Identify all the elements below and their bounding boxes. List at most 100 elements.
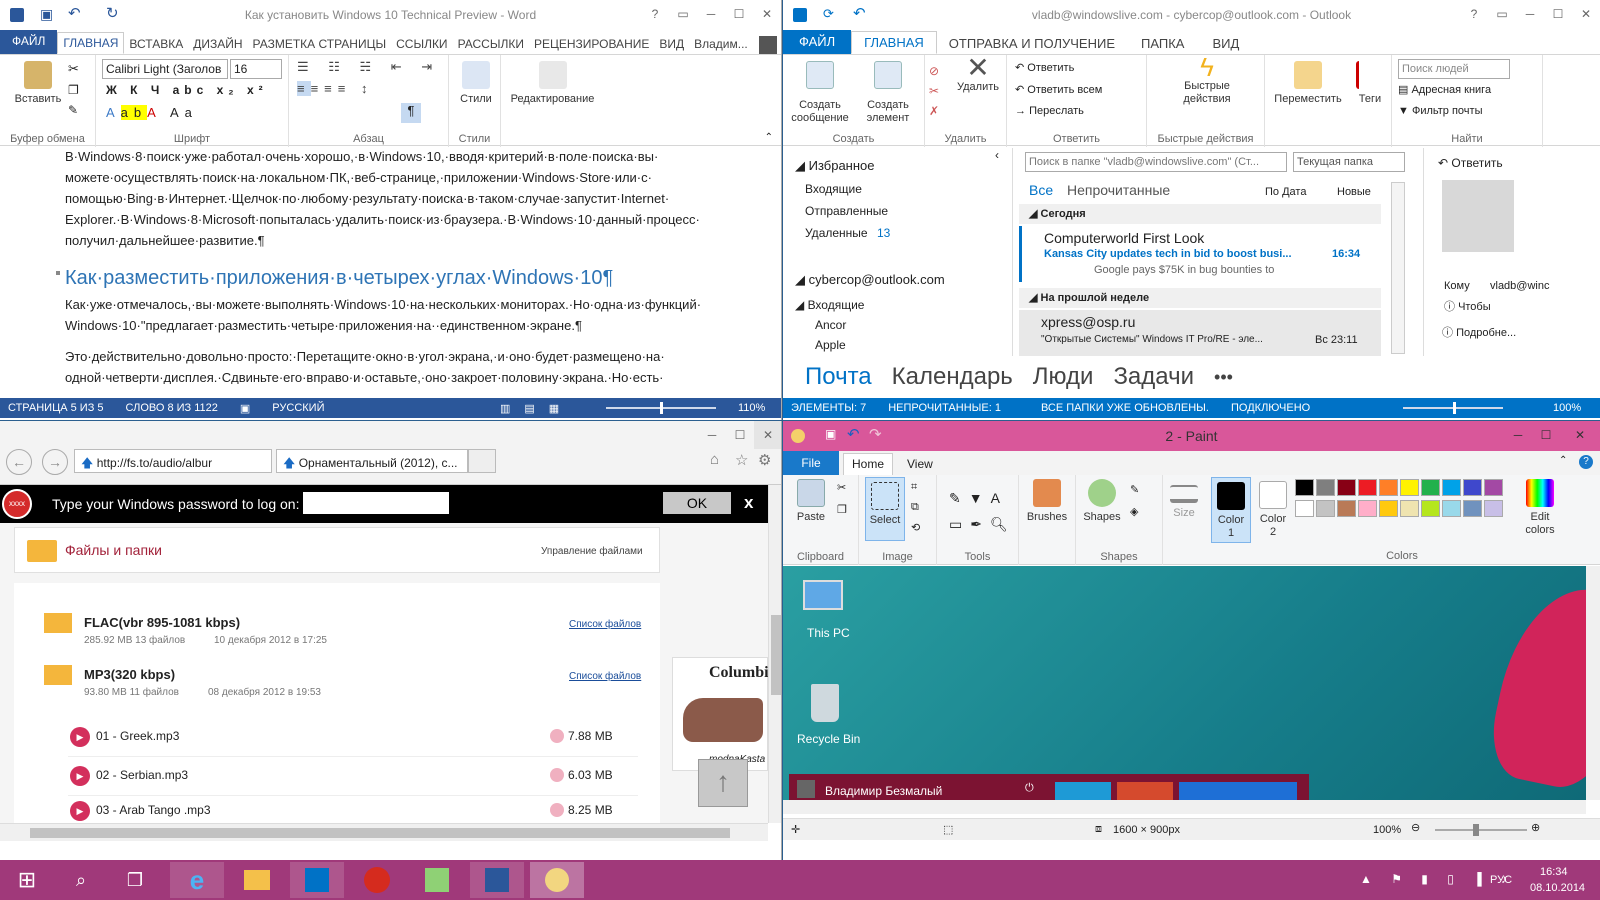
palette-swatch[interactable] [1358, 500, 1377, 517]
edit-colors-button[interactable]: Edit colors [1515, 479, 1565, 537]
account-header[interactable]: ◢ cybercop@outlook.com [795, 272, 945, 288]
help-icon[interactable]: ? [1460, 0, 1488, 28]
font-name-select[interactable]: Calibri Light (Заголов [102, 59, 228, 79]
message-item[interactable]: xpress@osp.ru "Открытые Системы" Windows… [1019, 310, 1381, 356]
palette-swatch[interactable] [1316, 500, 1335, 517]
zoom-thumb[interactable] [660, 402, 663, 414]
palette-swatch[interactable] [1358, 479, 1377, 496]
download-icon[interactable] [550, 768, 564, 782]
file-list-link[interactable]: Список файлов [569, 671, 641, 682]
nav-calendar[interactable]: Календарь [892, 363, 1013, 391]
delete-button[interactable]: ✕ Удалить [953, 54, 1003, 94]
rotate-icon[interactable]: ⟲ [911, 521, 920, 534]
palette-swatch[interactable] [1421, 479, 1440, 496]
download-icon[interactable] [550, 729, 564, 743]
color2-button[interactable]: Color 2 [1253, 477, 1293, 539]
explorer-taskbar-icon[interactable] [230, 862, 284, 898]
zoom-slider[interactable] [1435, 829, 1527, 831]
copy-icon[interactable]: ❐ [68, 83, 79, 97]
tab-file[interactable]: File [783, 451, 839, 475]
app-taskbar-icon[interactable] [350, 862, 404, 898]
quick-steps-button[interactable]: ϟ Быстрые действия [1157, 54, 1257, 106]
collapse-ribbon-icon[interactable]: ⌃ [765, 132, 773, 143]
minimize-button[interactable]: ─ [697, 0, 725, 28]
tab-home[interactable]: ГЛАВНАЯ [57, 32, 125, 54]
app-taskbar-icon[interactable] [410, 862, 464, 898]
tab-send-receive[interactable]: ОТПРАВКА И ПОЛУЧЕНИЕ [937, 33, 1127, 54]
resize-icon[interactable]: ⧉ [911, 501, 919, 514]
editing-button[interactable]: Редактирование [505, 61, 600, 106]
copy-icon[interactable]: ❐ [837, 503, 847, 516]
message-list-scrollbar[interactable] [1391, 182, 1405, 354]
folder-name[interactable]: MP3(320 kbps) [84, 667, 175, 682]
palette-swatch[interactable] [1400, 479, 1419, 496]
tab-insert[interactable]: ВСТАВКА [124, 34, 188, 54]
advertisement[interactable]: Columbia modnaKasta [672, 657, 777, 771]
zoom-in-button[interactable]: ⊕ [1531, 821, 1540, 834]
scroll-thumb[interactable] [30, 828, 730, 838]
cut-icon[interactable]: ✂ [837, 481, 846, 494]
sort-order[interactable]: Новые [1337, 186, 1371, 198]
zoom-out-button[interactable]: ⊖ [1411, 821, 1420, 834]
tab-view[interactable]: View [907, 457, 933, 471]
filter-email-button[interactable]: ▼ Фильтр почты [1398, 105, 1482, 117]
forward-icon[interactable]: → [42, 449, 68, 475]
page-count[interactable]: СТРАНИЦА 5 ИЗ 5 [8, 402, 104, 414]
favorites-icon[interactable]: ☆ [735, 451, 748, 469]
nav-more[interactable]: ••• [1214, 367, 1233, 388]
manage-files-link[interactable]: Управление файлами [541, 546, 643, 557]
maximize-button[interactable]: ☐ [1532, 421, 1560, 449]
crop-icon[interactable]: ⌗ [911, 481, 917, 494]
palette-swatch[interactable] [1442, 479, 1461, 496]
size-button[interactable]: Size [1163, 479, 1205, 520]
language[interactable]: РУССКИЙ [272, 402, 324, 414]
close-prompt-button[interactable]: x [744, 493, 753, 513]
tab-view[interactable]: ВИД [654, 34, 689, 54]
reply-all-button[interactable]: ↶ Ответить всем [1015, 83, 1102, 96]
color1-button[interactable]: Color 1 [1211, 477, 1251, 543]
tab-view[interactable]: ВИД [1198, 33, 1253, 54]
palette-swatch[interactable] [1379, 500, 1398, 517]
tool-icons[interactable]: ✎▼A ▭✒🔍︎ [949, 485, 1016, 537]
nav-people[interactable]: Люди [1033, 363, 1094, 391]
play-icon[interactable]: ▶ [70, 727, 90, 747]
help-icon[interactable]: ? [1579, 455, 1593, 469]
file-list-link[interactable]: Список файлов [569, 619, 641, 630]
reply-button[interactable]: ↶ Ответить [1015, 61, 1074, 74]
canvas-hscroll[interactable] [783, 800, 1586, 814]
filter-all[interactable]: Все [1029, 182, 1053, 198]
move-button[interactable]: Переместить [1267, 61, 1349, 106]
ignore-icon[interactable]: ⊘ ✂ ✗ [929, 61, 939, 121]
tab-layout[interactable]: РАЗМЕТКА СТРАНИЦЫ [248, 34, 392, 54]
forward-button[interactable]: → Переслать [1015, 105, 1084, 117]
collapse-ribbon-icon[interactable]: ⌃ [1559, 455, 1567, 466]
palette-swatch[interactable] [1484, 479, 1503, 496]
palette-swatch[interactable] [1295, 500, 1314, 517]
track-row[interactable]: ▶ 01 - Greek.mp3 7.88 MB [68, 719, 638, 757]
outlook-taskbar-icon[interactable] [290, 862, 344, 898]
new-tab-button[interactable] [468, 449, 496, 473]
fill-icon[interactable]: ◈ [1130, 505, 1138, 518]
paste-button[interactable]: Paste [791, 479, 831, 524]
input-language[interactable]: РУС [1490, 874, 1512, 886]
close-button[interactable]: ✕ [1572, 0, 1600, 28]
document-body[interactable]: В·Windows·8·поиск·уже·работал·очень·хоро… [0, 146, 781, 384]
brushes-button[interactable]: Brushes [1021, 479, 1073, 524]
zoom-level[interactable]: 110% [738, 402, 765, 414]
search-scope-select[interactable]: Текущая папка [1293, 152, 1405, 172]
tab-folder[interactable]: ПАПКА [1127, 33, 1198, 54]
track-row[interactable]: ▶ 03 - Arab Tango .mp3 8.25 MB [68, 797, 638, 823]
back-icon[interactable]: ← [6, 449, 32, 475]
palette-swatch[interactable] [1316, 479, 1335, 496]
tab-mailings[interactable]: РАССЫЛКИ [453, 34, 529, 54]
folder-ancor[interactable]: Ancor [815, 318, 846, 332]
scroll-thumb[interactable] [771, 615, 781, 695]
palette-swatch[interactable] [1421, 500, 1440, 517]
folder-deleted[interactable]: Удаленные 13 [805, 226, 890, 240]
palette-swatch[interactable] [1337, 479, 1356, 496]
proofing-icon[interactable]: ▣ [240, 402, 250, 415]
collapse-pane-icon[interactable]: ‹ [995, 148, 999, 162]
tab-file[interactable]: ФАЙЛ [0, 30, 58, 54]
font-color-buttons[interactable]: AabA Aa [106, 105, 198, 120]
ie-taskbar-icon[interactable]: e [170, 862, 224, 898]
